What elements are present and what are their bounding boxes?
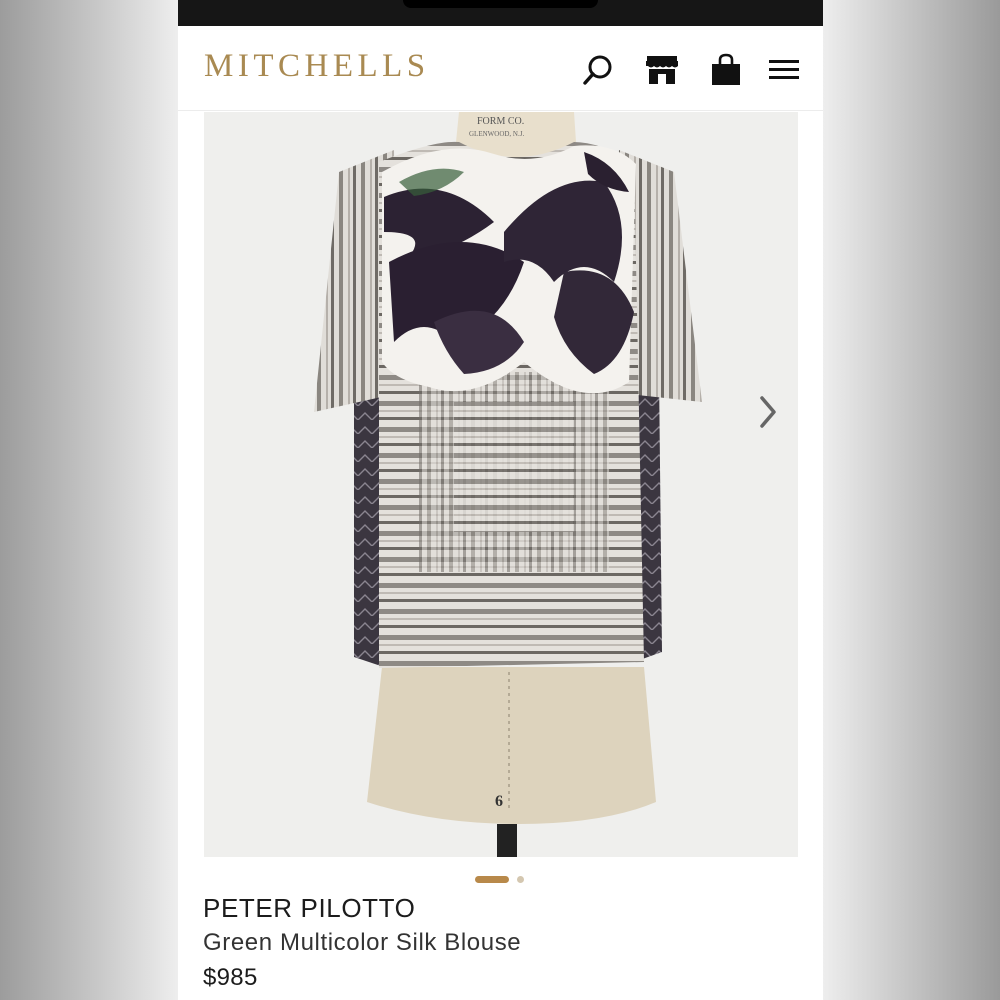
status-bar [178, 0, 823, 26]
shopping-bag-icon[interactable] [708, 52, 744, 88]
chevron-right-icon [760, 396, 776, 428]
notch [403, 0, 598, 8]
form-label-line-2: GLENWOOD, N.J. [469, 130, 524, 138]
carousel-dot[interactable] [517, 875, 524, 883]
store-icon[interactable] [644, 52, 680, 88]
menu-icon[interactable] [766, 52, 802, 88]
product-name: Green Multicolor Silk Blouse [203, 929, 522, 956]
search-icon[interactable] [580, 52, 616, 88]
product-image[interactable]: FORM CO. GLENWOOD, N.J. 6 [204, 112, 798, 857]
form-label-line-1: FORM CO. [477, 116, 524, 127]
product-price: $985 [203, 964, 258, 991]
carousel-next-button[interactable] [753, 390, 783, 434]
carousel-dot-active[interactable] [475, 875, 509, 883]
carousel-indicator [475, 874, 524, 884]
phone-screen: MITCHELLS FORM CO. GLENWOOD, N.J. 6 PETE… [178, 0, 823, 1000]
form-size-label: 6 [495, 793, 503, 810]
site-header: MITCHELLS [178, 26, 823, 111]
brand-logo[interactable]: MITCHELLS [204, 48, 430, 85]
product-brand[interactable]: PETER PILOTTO [203, 893, 415, 924]
